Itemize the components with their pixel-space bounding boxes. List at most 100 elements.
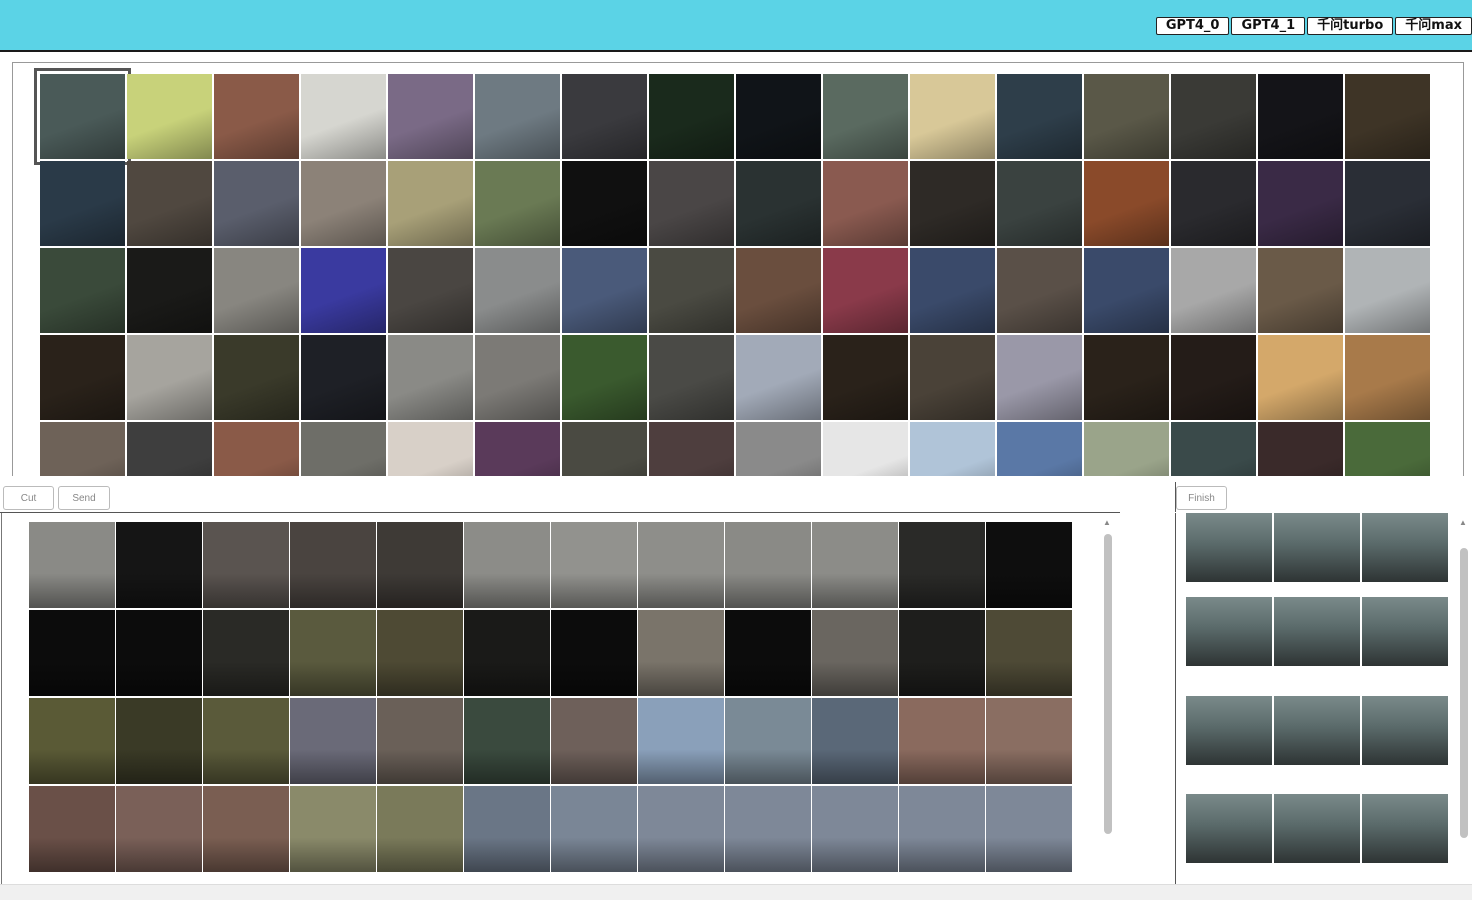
gallery-thumbnail[interactable] xyxy=(40,161,125,246)
video-frame[interactable] xyxy=(551,786,637,872)
video-frame[interactable] xyxy=(986,698,1072,784)
gallery-thumbnail[interactable] xyxy=(1084,422,1169,476)
gallery-thumbnail[interactable] xyxy=(1345,74,1430,159)
video-frame[interactable] xyxy=(638,786,724,872)
video-frame[interactable] xyxy=(290,610,376,696)
video-frame[interactable] xyxy=(986,610,1072,696)
selected-frame[interactable] xyxy=(1186,597,1272,666)
gallery-thumbnail[interactable] xyxy=(1171,335,1256,420)
selected-frame[interactable] xyxy=(1362,794,1448,863)
selected-frame[interactable] xyxy=(1274,794,1360,863)
gallery-thumbnail[interactable] xyxy=(823,74,908,159)
model-button-gpt4-0[interactable]: GPT4_0 xyxy=(1155,17,1230,35)
scroll-up-icon[interactable]: ▲ xyxy=(1459,518,1467,527)
gallery-thumbnail[interactable] xyxy=(214,422,299,476)
model-button-qwen-turbo[interactable]: 千问turbo xyxy=(1307,17,1394,35)
gallery-thumbnail[interactable] xyxy=(475,248,560,333)
gallery-thumbnail[interactable] xyxy=(910,248,995,333)
gallery-thumbnail[interactable] xyxy=(475,74,560,159)
gallery-thumbnail[interactable] xyxy=(649,335,734,420)
finish-button[interactable]: Finish xyxy=(1176,486,1227,510)
video-frame[interactable] xyxy=(377,522,463,608)
gallery-thumbnail[interactable] xyxy=(475,422,560,476)
gallery-thumbnail[interactable] xyxy=(997,335,1082,420)
gallery-thumbnail[interactable] xyxy=(823,422,908,476)
gallery-thumbnail[interactable] xyxy=(997,74,1082,159)
gallery-thumbnail[interactable] xyxy=(649,248,734,333)
gallery-thumbnail[interactable] xyxy=(823,248,908,333)
gallery-thumbnail[interactable] xyxy=(475,335,560,420)
video-frame[interactable] xyxy=(899,522,985,608)
selection-scrollbar[interactable]: ▲ xyxy=(1458,516,1470,882)
frames-scroll-thumb[interactable] xyxy=(1104,534,1112,834)
gallery-thumbnail[interactable] xyxy=(1171,248,1256,333)
gallery-thumbnail[interactable] xyxy=(40,248,125,333)
gallery-thumbnail[interactable] xyxy=(127,335,212,420)
gallery-thumbnail[interactable] xyxy=(214,248,299,333)
gallery-thumbnail[interactable] xyxy=(388,248,473,333)
video-frame[interactable] xyxy=(551,522,637,608)
gallery-thumbnail[interactable] xyxy=(1171,74,1256,159)
selected-frame[interactable] xyxy=(1362,513,1448,582)
model-button-qwen-max[interactable]: 千问max xyxy=(1395,17,1472,35)
frames-scrollbar[interactable]: ▲ xyxy=(1102,516,1114,882)
gallery-thumbnail[interactable] xyxy=(388,74,473,159)
video-frame[interactable] xyxy=(638,610,724,696)
gallery-thumbnail[interactable] xyxy=(1084,161,1169,246)
gallery-thumbnail[interactable] xyxy=(475,161,560,246)
gallery-thumbnail[interactable] xyxy=(388,161,473,246)
gallery-thumbnail[interactable] xyxy=(301,161,386,246)
video-frame[interactable] xyxy=(812,698,898,784)
video-frame[interactable] xyxy=(116,610,202,696)
video-frame[interactable] xyxy=(899,610,985,696)
video-frame[interactable] xyxy=(464,522,550,608)
video-frame[interactable] xyxy=(638,698,724,784)
video-frame[interactable] xyxy=(29,522,115,608)
gallery-thumbnail[interactable] xyxy=(910,161,995,246)
gallery-thumbnail[interactable] xyxy=(562,248,647,333)
video-frame[interactable] xyxy=(116,786,202,872)
gallery-thumbnail[interactable] xyxy=(1084,335,1169,420)
video-frame[interactable] xyxy=(899,698,985,784)
gallery-thumbnail[interactable] xyxy=(1258,74,1343,159)
gallery-thumbnail[interactable] xyxy=(1258,422,1343,476)
gallery-thumbnail[interactable] xyxy=(823,335,908,420)
selected-frame[interactable] xyxy=(1186,794,1272,863)
gallery-thumbnail[interactable] xyxy=(1258,161,1343,246)
video-frame[interactable] xyxy=(203,698,289,784)
gallery-thumbnail[interactable] xyxy=(127,74,212,159)
video-frame[interactable] xyxy=(203,522,289,608)
gallery-thumbnail[interactable] xyxy=(301,74,386,159)
gallery-thumbnail[interactable] xyxy=(1084,74,1169,159)
gallery-thumbnail[interactable] xyxy=(736,248,821,333)
video-frame[interactable] xyxy=(377,610,463,696)
gallery-thumbnail[interactable] xyxy=(1171,161,1256,246)
gallery-thumbnail[interactable] xyxy=(301,248,386,333)
gallery-thumbnail[interactable] xyxy=(910,335,995,420)
model-button-gpt4-1[interactable]: GPT4_1 xyxy=(1231,17,1306,35)
gallery-thumbnail[interactable] xyxy=(562,422,647,476)
gallery-thumbnail[interactable] xyxy=(1345,248,1430,333)
video-frame[interactable] xyxy=(464,698,550,784)
gallery-thumbnail[interactable] xyxy=(301,335,386,420)
gallery-thumbnail[interactable] xyxy=(214,74,299,159)
send-button[interactable]: Send xyxy=(58,486,110,510)
gallery-thumbnail[interactable] xyxy=(649,422,734,476)
video-frame[interactable] xyxy=(725,786,811,872)
gallery-thumbnail[interactable] xyxy=(649,161,734,246)
selected-frame[interactable] xyxy=(1274,597,1360,666)
video-frame[interactable] xyxy=(725,522,811,608)
selected-frame[interactable] xyxy=(1274,513,1360,582)
video-frame[interactable] xyxy=(116,698,202,784)
gallery-thumbnail[interactable] xyxy=(127,161,212,246)
gallery-thumbnail[interactable] xyxy=(736,74,821,159)
gallery-thumbnail[interactable] xyxy=(1345,335,1430,420)
video-frame[interactable] xyxy=(899,786,985,872)
gallery-thumbnail[interactable] xyxy=(562,161,647,246)
gallery-thumbnail[interactable] xyxy=(40,335,125,420)
gallery-thumbnail[interactable] xyxy=(214,161,299,246)
gallery-thumbnail[interactable] xyxy=(823,161,908,246)
video-frame[interactable] xyxy=(725,698,811,784)
video-frame[interactable] xyxy=(290,522,376,608)
video-frame[interactable] xyxy=(290,698,376,784)
